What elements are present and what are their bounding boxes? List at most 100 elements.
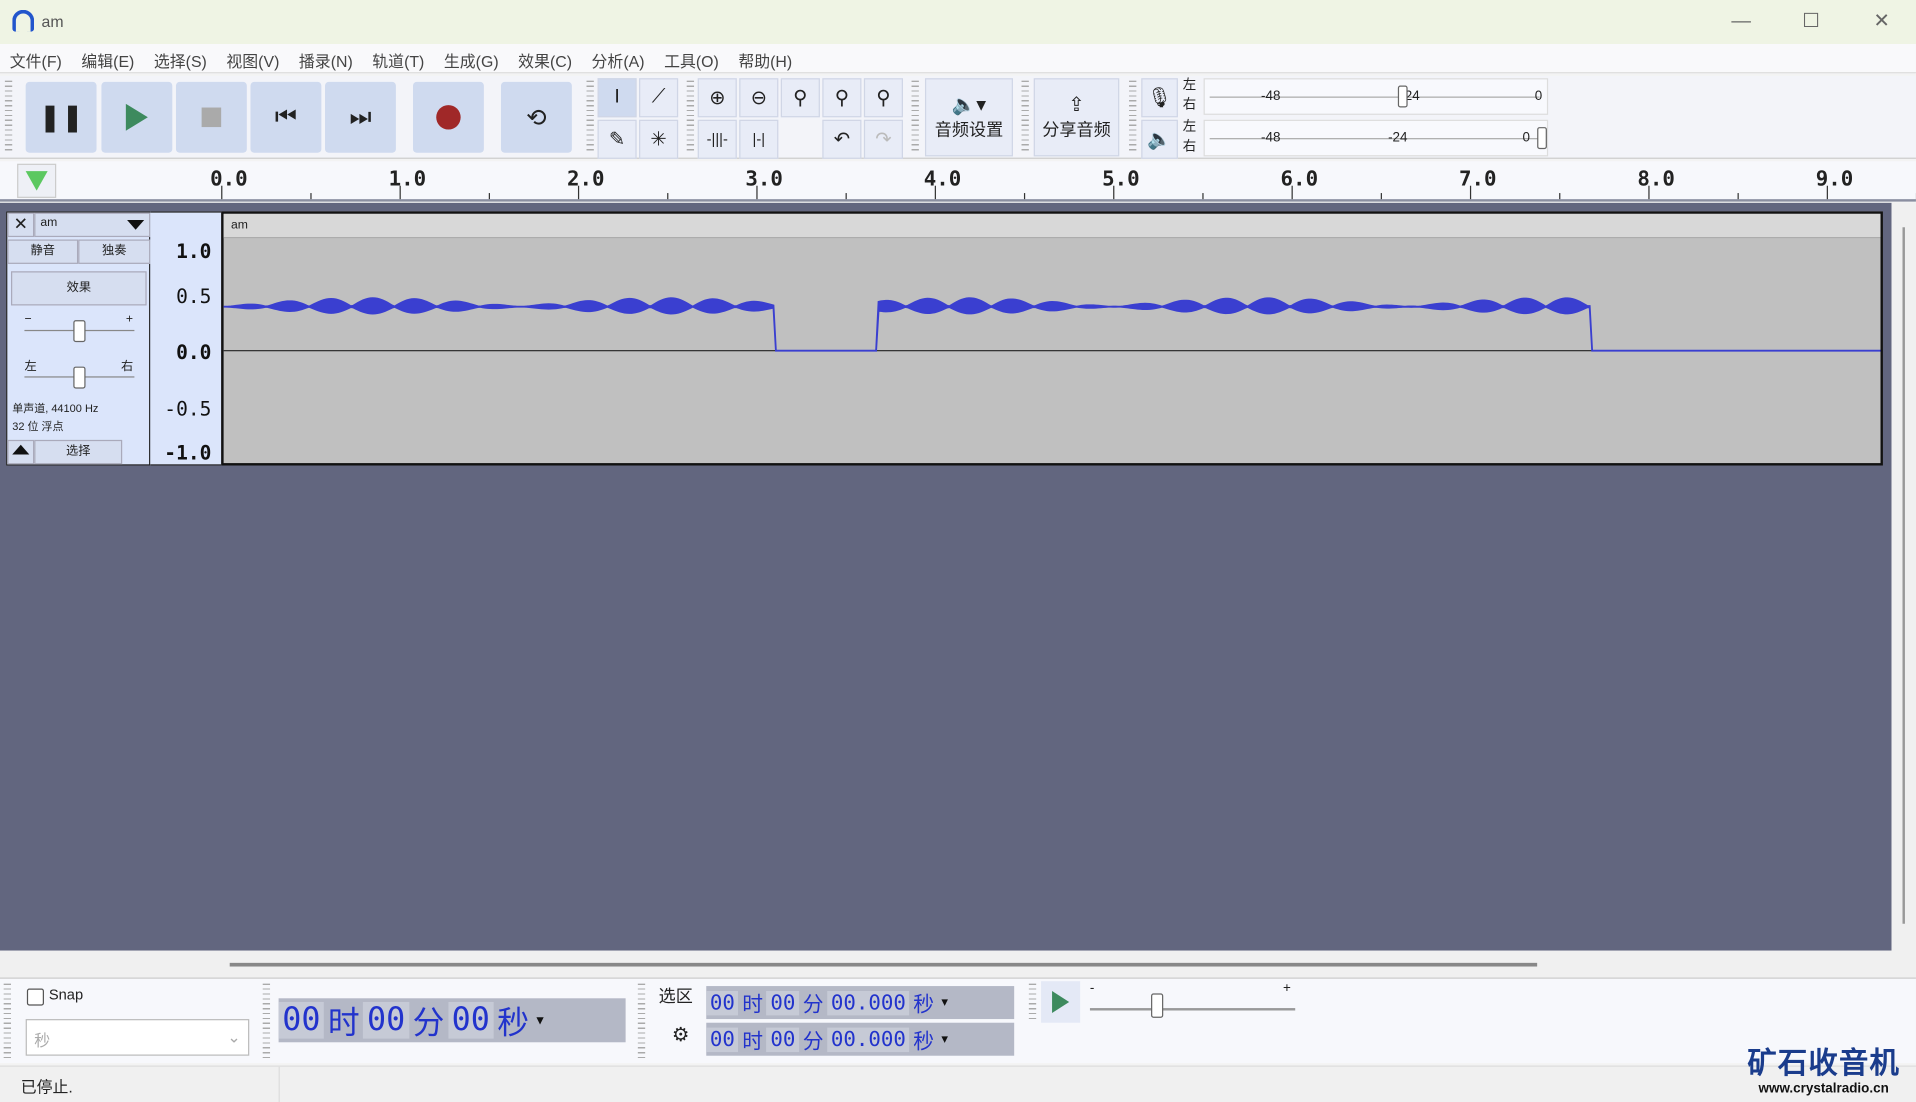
selection-start[interactable]: 00时00分00.000秒▼ <box>706 986 1014 1019</box>
stop-button[interactable] <box>176 82 247 153</box>
toolbar-grip[interactable] <box>5 81 12 154</box>
gain-slider[interactable] <box>73 320 85 342</box>
meter-label: 0 <box>1535 89 1542 104</box>
undo-button[interactable]: ↶ <box>822 120 861 159</box>
gain-plus-label: + <box>126 313 133 326</box>
toolbar-grip[interactable] <box>263 984 270 1060</box>
waveform-path <box>224 298 1881 351</box>
solo-button[interactable]: 独奏 <box>78 239 150 263</box>
timeline-ruler[interactable]: 0.01.02.03.04.05.06.07.08.09.0 <box>0 161 1916 201</box>
speed-slider[interactable] <box>1151 993 1163 1017</box>
scroll-thumb[interactable] <box>230 963 1537 967</box>
waveform-clip[interactable]: am <box>221 211 1883 465</box>
loop-button[interactable]: ⟲ <box>501 82 572 153</box>
toolbar-grip[interactable] <box>687 81 694 154</box>
skip-end-button[interactable]: ⏭ <box>325 82 396 153</box>
pan-slider[interactable] <box>73 367 85 389</box>
gear-icon[interactable]: ⚙ <box>666 1023 695 1052</box>
chevron-down-icon: ⌄ <box>227 1028 240 1048</box>
menu-analyze[interactable]: 分析(A) <box>582 44 655 77</box>
toolbar-grip[interactable] <box>1029 984 1036 1021</box>
horizontal-scrollbar[interactable] <box>0 951 1916 978</box>
audacity-window: am — ☐ ✕ 文件(F)编辑(E)选择(S)视图(V)播录(N)轨道(T)生… <box>0 0 1916 1101</box>
silence-button[interactable]: |-| <box>739 120 778 159</box>
record-button[interactable] <box>413 82 484 153</box>
toolbar-grip[interactable] <box>587 81 594 154</box>
menu-effect[interactable]: 效果(C) <box>508 44 581 77</box>
ruler-label: 9.0 <box>1816 167 1854 191</box>
menu-tools[interactable]: 工具(O) <box>654 44 728 77</box>
collapse-track-button[interactable] <box>7 440 34 464</box>
record-meter[interactable]: -48 -24 0 <box>1204 78 1549 115</box>
amp-label: -1.0 <box>164 441 211 464</box>
speed-slider-track[interactable] <box>1090 1008 1295 1010</box>
redo-button[interactable]: ↷ <box>864 120 903 159</box>
menu-file[interactable]: 文件(F) <box>0 44 72 77</box>
record-volume-slider[interactable] <box>1398 86 1408 108</box>
menu-transport[interactable]: 播录(N) <box>289 44 362 77</box>
pause-button[interactable]: ❚❚ <box>26 82 97 153</box>
close-track-button[interactable]: ✕ <box>7 213 34 237</box>
zoom-out-button[interactable]: ⊖ <box>739 78 778 117</box>
menu-view[interactable]: 视图(V) <box>217 44 290 77</box>
toolbar-grip[interactable] <box>912 81 919 154</box>
audio-setup-button[interactable]: 🔈▾音频设置 <box>925 78 1013 156</box>
rec-channels: 左右 <box>1183 76 1196 115</box>
toolbar-grip[interactable] <box>1129 81 1136 154</box>
ruler-tick <box>221 186 222 199</box>
toolbar-grip[interactable] <box>1022 81 1029 154</box>
menu-bar: 文件(F)编辑(E)选择(S)视图(V)播录(N)轨道(T)生成(G)效果(C)… <box>0 44 1916 73</box>
select-track-button[interactable]: 选择 <box>34 440 122 464</box>
minimize-button[interactable]: — <box>1717 7 1766 36</box>
maximize-button[interactable]: ☐ <box>1786 7 1835 36</box>
fit-selection-button[interactable]: ⚲ <box>781 78 820 117</box>
time-unit: 时 <box>739 987 767 1018</box>
draw-tool[interactable]: ✎ <box>598 120 637 159</box>
menu-tracks[interactable]: 轨道(T) <box>363 44 435 77</box>
ruler-label: 6.0 <box>1281 167 1319 191</box>
vertical-scrollbar[interactable] <box>1892 203 1916 951</box>
fit-project-button[interactable]: ⚲ <box>822 78 861 117</box>
snap-unit-select[interactable]: 秒⌄ <box>26 1019 250 1056</box>
right-label: 右 <box>1183 137 1196 157</box>
play-head-button[interactable] <box>17 164 56 198</box>
envelope-icon: ⟋ <box>652 87 666 109</box>
share-audio-button[interactable]: ⇪分享音频 <box>1034 78 1120 156</box>
zoom-in-button[interactable]: ⊕ <box>698 78 737 117</box>
playback-meter[interactable]: -48 -24 0 <box>1204 120 1549 157</box>
play-button[interactable] <box>101 82 172 153</box>
mute-button[interactable]: 静音 <box>7 239 78 263</box>
track-menu-button[interactable]: am <box>34 213 150 237</box>
record-meter-button[interactable]: 🎙 <box>1141 78 1178 117</box>
zoom-toggle-button[interactable]: ⚲ <box>864 78 903 117</box>
close-button[interactable]: ✕ <box>1857 7 1906 36</box>
skip-start-icon: ⏮ <box>275 103 297 131</box>
playback-volume-slider[interactable] <box>1537 127 1547 149</box>
toolbar-grip[interactable] <box>4 984 11 1060</box>
play-meter-button[interactable]: 🔈 <box>1141 120 1178 159</box>
scroll-thumb[interactable] <box>1902 227 1904 923</box>
snap-checkbox[interactable] <box>27 989 44 1006</box>
redo-icon: ↷ <box>875 127 891 151</box>
i-beam-icon: I <box>614 87 619 109</box>
menu-select[interactable]: 选择(S) <box>144 44 217 77</box>
selection-end[interactable]: 00时00分00.000秒▼ <box>706 1023 1014 1056</box>
effects-button[interactable]: 效果 <box>11 271 147 305</box>
ruler-tick <box>846 193 847 199</box>
time-unit: 时 <box>739 1024 767 1055</box>
menu-edit[interactable]: 编辑(E) <box>72 44 145 77</box>
menu-help[interactable]: 帮助(H) <box>729 44 802 77</box>
play-at-speed-button[interactable] <box>1041 981 1080 1023</box>
menu-generate[interactable]: 生成(G) <box>434 44 508 77</box>
watermark-title: 矿石收音机 <box>1747 1039 1900 1082</box>
envelope-tool[interactable]: ⟋ <box>639 78 678 117</box>
pan-left-label: 左 <box>24 356 36 374</box>
amplitude-ruler[interactable]: 1.0 0.5 0.0 -0.5 -1.0 <box>150 211 221 465</box>
toolbar-grip[interactable] <box>638 984 645 1060</box>
skip-start-button[interactable]: ⏮ <box>250 82 321 153</box>
multi-tool[interactable]: ✳ <box>639 120 678 159</box>
left-label: 左 <box>1183 76 1196 96</box>
time-display[interactable]: 00时00分00秒▼ <box>279 998 626 1042</box>
selection-tool[interactable]: I <box>598 78 637 117</box>
trim-button[interactable]: -|||- <box>698 120 737 159</box>
